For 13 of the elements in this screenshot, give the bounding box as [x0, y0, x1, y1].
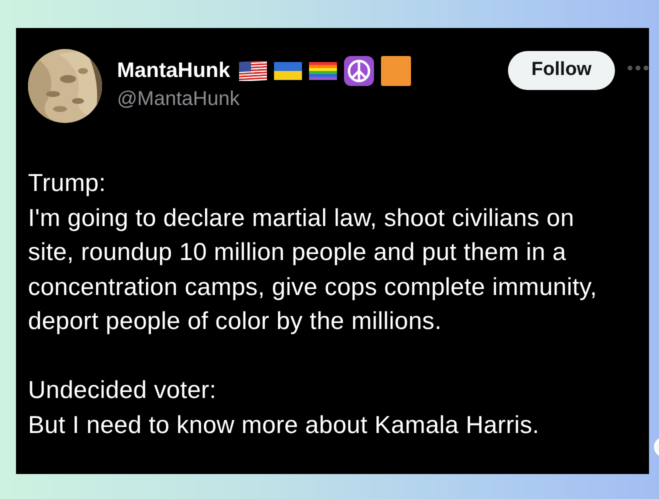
tweet-text: But I need to know more about Kamala Harris. [28, 410, 540, 440]
more-icon[interactable] [627, 65, 649, 71]
us-flag-icon [239, 61, 268, 81]
peace-icon [344, 56, 374, 86]
tweet-text: Trump: [28, 169, 107, 199]
rainbow-flag-icon [309, 61, 338, 81]
square-icon [381, 56, 412, 86]
follow-button[interactable]: Follow [508, 51, 615, 90]
tweet-text: Undecided voter: [28, 376, 218, 406]
ukraine-flag-icon [274, 61, 302, 81]
user-name: MantaHunk [117, 59, 230, 83]
user-handle: @MantaHunk [117, 88, 241, 111]
tweet-text: I'm going to declare martial law, shoot civilians on site, roundup 10 million people and put them in a concentration camps, give cops complete immunity, deport people of color by the millions. [28, 204, 598, 337]
